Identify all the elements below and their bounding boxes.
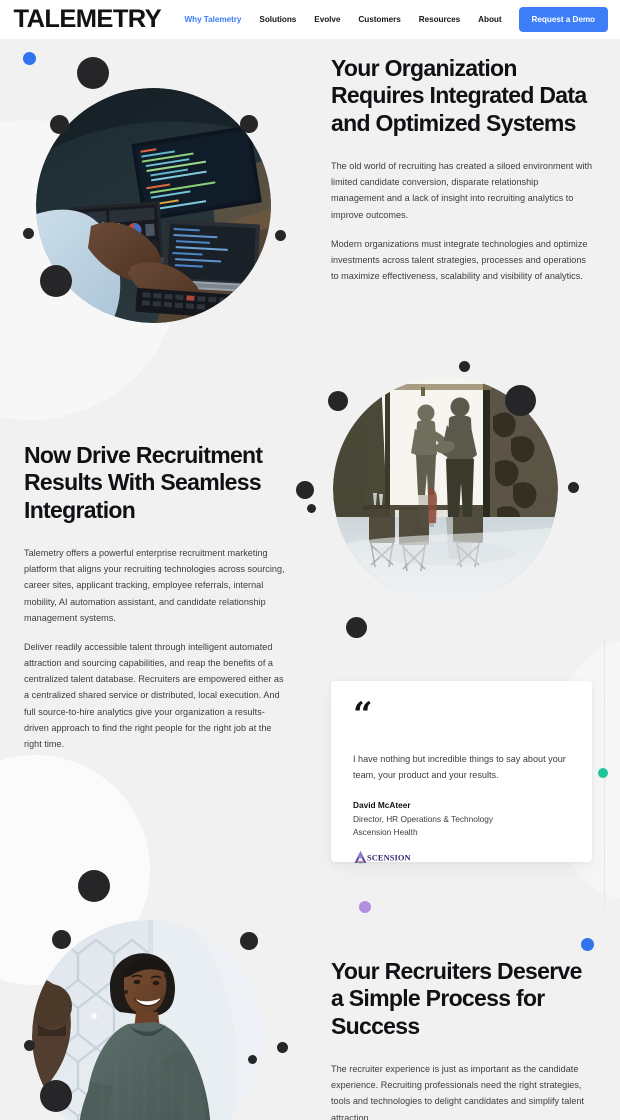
decor-dot-teal-1 — [598, 768, 608, 778]
decor-dot-purple-1 — [359, 901, 371, 913]
ascension-logo: SCENSION — [353, 850, 570, 864]
decor-dot-dark-19 — [248, 1055, 257, 1064]
decor-dot-blue-2 — [581, 938, 594, 951]
quote-mark-icon: “ — [353, 695, 373, 735]
section-3-text: Your Recruiters Deserve a Simple Process… — [331, 958, 593, 1120]
decor-dot-dark-2 — [50, 115, 69, 134]
section-2-paragraph-1: Talemetry offers a powerful enterprise r… — [24, 548, 285, 623]
section-2-text: Now Drive Recruitment Results With Seaml… — [24, 442, 287, 752]
testimonial-quote: I have nothing but incredible things to … — [353, 754, 566, 781]
decor-dot-dark-8 — [328, 391, 348, 411]
nav-item-solutions[interactable]: Solutions — [250, 15, 305, 24]
site-header: TALEMETRY Why Talemetry Solutions Evolve… — [0, 0, 620, 39]
nav-item-evolve[interactable]: Evolve — [305, 15, 349, 24]
section-1-paragraph-2: Modern organizations must integrate tech… — [331, 238, 588, 282]
svg-text:SCENSION: SCENSION — [367, 854, 411, 863]
testimonial-author-role: Director, HR Operations & Technology — [353, 813, 494, 824]
decor-dot-dark-14 — [78, 870, 110, 902]
decor-dot-dark-17 — [24, 1040, 35, 1051]
testimonial-author-name: David McAteer — [353, 800, 411, 811]
nav-item-customers[interactable]: Customers — [349, 15, 409, 24]
nav-item-why-talemetry[interactable]: Why Talemetry — [175, 15, 250, 24]
decor-dot-dark-16 — [240, 932, 258, 950]
section-3-paragraph-1: The recruiter experience is just as impo… — [331, 1064, 585, 1120]
testimonial-card: “ I have nothing but incredible things t… — [331, 681, 592, 864]
request-demo-button[interactable]: Request a Demo — [518, 7, 608, 32]
decor-dot-dark-4 — [23, 228, 34, 239]
decor-dot-dark-9 — [505, 385, 536, 416]
section-3-title: Your Recruiters Deserve a Simple Process… — [331, 958, 582, 1039]
decor-dot-dark-1 — [77, 57, 109, 89]
primary-navigation: Why Talemetry Solutions Evolve Customers… — [175, 7, 620, 32]
section-1-title: Your Organization Requires Integrated Da… — [331, 55, 587, 136]
ascension-logo-mark-icon: SCENSION — [354, 851, 411, 864]
site-logo[interactable]: TALEMETRY — [14, 7, 162, 32]
decor-dot-dark-3 — [240, 115, 258, 133]
nav-item-resources[interactable]: Resources — [410, 15, 469, 24]
section-1-paragraph-1: The old world of recruiting has created … — [331, 161, 593, 220]
section-2-title: Now Drive Recruitment Results With Seaml… — [24, 442, 263, 523]
decor-dot-dark-15 — [52, 930, 71, 949]
decor-dot-dark-12 — [568, 482, 579, 493]
page-root: TALEMETRY Why Talemetry Solutions Evolve… — [0, 0, 620, 1120]
decor-dot-blue-1 — [23, 52, 36, 65]
section-1-image — [36, 88, 271, 323]
decor-dot-dark-18 — [277, 1042, 288, 1053]
decor-dot-dark-13 — [346, 617, 367, 638]
decor-dot-dark-10 — [296, 481, 314, 499]
decor-dot-dark-11 — [307, 504, 316, 513]
developer-working-on-laptops-with-code-photo — [36, 88, 271, 323]
decor-dot-dark-5 — [275, 230, 286, 241]
section-1-text: Your Organization Requires Integrated Da… — [331, 55, 593, 284]
nav-item-about[interactable]: About — [469, 15, 510, 24]
decor-dot-dark-20 — [40, 1080, 72, 1112]
decor-dot-dark-7 — [459, 361, 470, 372]
decor-dot-dark-6 — [40, 265, 72, 297]
testimonial-author-org: Ascension Health — [353, 827, 418, 838]
section-2-paragraph-2: Deliver readily accessible talent throug… — [24, 641, 284, 749]
